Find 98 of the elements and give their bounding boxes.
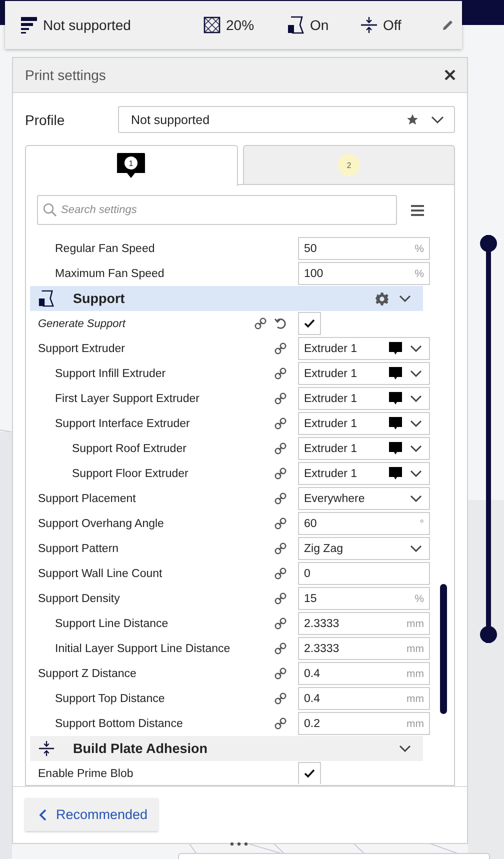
unit-label: mm: [406, 718, 424, 730]
reset-icon[interactable]: [274, 317, 287, 330]
number-field[interactable]: 0.4 mm: [298, 662, 430, 685]
setting-label: Support Extruder: [38, 342, 126, 354]
chevron-down-icon: [410, 345, 422, 352]
unit-label: mm: [406, 618, 424, 630]
extruder-swatch-icon: [389, 367, 402, 380]
panel-title: Print settings: [25, 67, 106, 83]
adhesion-icon: [360, 16, 378, 34]
chevron-down-icon: [410, 370, 422, 377]
extruder-dropdown[interactable]: Extruder 1: [298, 412, 430, 435]
extruder-swatch-icon: [389, 467, 402, 480]
dropdown[interactable]: Everywhere: [298, 487, 430, 510]
extruder-swatch-icon: [389, 442, 402, 455]
number-field[interactable]: 0: [298, 562, 430, 585]
profile-dropdown[interactable]: Not supported: [118, 106, 455, 133]
adhesion-icon: [38, 740, 55, 757]
setting-label: Support Bottom Distance: [54, 718, 184, 730]
support-icon: [287, 16, 305, 34]
extruder-dropdown[interactable]: Extruder 1: [298, 462, 430, 485]
number-field[interactable]: 60 °: [298, 512, 430, 535]
setting-label: Support Density: [38, 592, 121, 604]
summary-label: Not supported: [43, 17, 131, 33]
infill-icon: [203, 16, 221, 34]
checkbox[interactable]: [298, 762, 321, 784]
setting-label: Support Line Distance: [54, 618, 170, 630]
summary-label: Off: [383, 17, 402, 33]
pencil-icon[interactable]: [442, 19, 454, 31]
scrollbar[interactable]: [440, 584, 447, 714]
check-icon: [304, 319, 315, 328]
extruder-swatch-icon: [389, 342, 402, 355]
extruder-badge: 1: [117, 153, 146, 178]
setting-label: Enable Prime Blob: [38, 768, 134, 780]
support-icon: [38, 290, 55, 307]
chevron-down-icon: [399, 295, 411, 302]
unit-label: °: [420, 518, 424, 530]
chevron-down-icon: [410, 445, 422, 452]
setting-label: Support Roof Extruder: [71, 442, 188, 454]
unit-label: mm: [406, 668, 424, 680]
drag-handle-icon[interactable]: [230, 842, 248, 846]
number-field[interactable]: 50 %: [298, 237, 430, 260]
extruder-swatch-icon: [389, 392, 402, 405]
chevron-down-icon: [410, 495, 422, 502]
summary-label: On: [310, 17, 329, 33]
setting-label: Support Overhang Angle: [38, 518, 165, 530]
setting-label: Support Pattern: [38, 542, 120, 554]
setting-label: Support Wall Line Count: [38, 568, 164, 580]
setting-label: Generate Support: [38, 318, 127, 330]
extruder-dropdown[interactable]: Extruder 1: [298, 387, 430, 410]
extruder-dropdown[interactable]: Extruder 1: [298, 337, 430, 360]
extruder-dropdown[interactable]: Extruder 1: [298, 362, 430, 385]
setting-label: First Layer Support Extruder: [54, 392, 200, 404]
setting-label: Regular Fan Speed: [54, 242, 156, 254]
category-header[interactable]: Build Plate Adhesion: [30, 736, 423, 761]
extruder-dropdown[interactable]: Extruder 1: [298, 437, 430, 460]
number-field[interactable]: 2.3333 mm: [298, 637, 430, 660]
menu-icon[interactable]: [411, 204, 424, 216]
dropdown[interactable]: Zig Zag: [298, 537, 430, 560]
extruder-tab[interactable]: 1: [25, 145, 238, 186]
chevron-down-icon: [410, 545, 422, 552]
setting-label: Support Top Distance: [54, 692, 166, 704]
extruder-tab[interactable]: 2: [242, 145, 455, 184]
chevron-down-icon: [410, 420, 422, 427]
check-icon: [304, 769, 315, 778]
setting-label: Support Floor Extruder: [71, 468, 190, 480]
unit-label: %: [414, 242, 424, 254]
chevron-down-icon: [410, 470, 422, 477]
setting-label: Support Z Distance: [38, 668, 138, 680]
number-field[interactable]: 100 %: [298, 262, 430, 285]
number-field[interactable]: 0.2 mm: [298, 712, 430, 735]
unit-label: mm: [406, 642, 424, 654]
settings-icon[interactable]: [375, 292, 389, 306]
recommended-button[interactable]: Recommended: [25, 798, 158, 831]
chevron-down-icon: [399, 745, 411, 752]
chevron-left-icon: [39, 808, 47, 820]
number-field[interactable]: 15 %: [298, 587, 430, 610]
unit-label: mm: [406, 692, 424, 704]
setting-label: Support Placement: [38, 492, 137, 504]
extruder-swatch-icon: [389, 417, 402, 430]
unit-label: %: [414, 268, 424, 280]
chevron-down-icon: [431, 116, 444, 124]
search-icon: [43, 203, 57, 217]
search-field[interactable]: Search settings: [37, 195, 397, 225]
number-field[interactable]: 0.4 mm: [298, 687, 430, 710]
checkbox[interactable]: [298, 312, 321, 335]
star-icon: [406, 113, 419, 126]
summary-label: 20%: [226, 17, 254, 33]
profile-label: Profile: [25, 112, 66, 128]
close-icon[interactable]: [444, 69, 456, 81]
number-field[interactable]: 2.3333 mm: [298, 612, 430, 635]
setting-label: Maximum Fan Speed: [54, 268, 166, 280]
setting-label: Support Interface Extruder: [54, 418, 191, 430]
chevron-down-icon: [410, 395, 422, 402]
category-header[interactable]: Support: [30, 286, 423, 311]
setting-label: Initial Layer Support Line Distance: [54, 642, 232, 654]
setting-label: Support Infill Extruder: [54, 368, 167, 380]
profile-icon: [20, 16, 38, 34]
unit-label: %: [414, 592, 424, 604]
